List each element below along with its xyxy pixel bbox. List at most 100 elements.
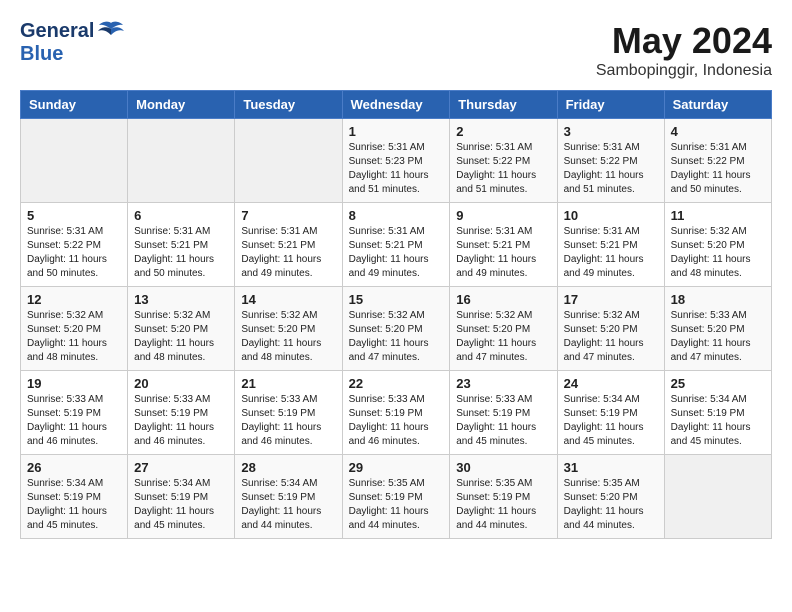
day-info: Sunrise: 5:32 AMSunset: 5:20 PMDaylight:… [241, 309, 335, 365]
calendar-week-row: 1 Sunrise: 5:31 AMSunset: 5:23 PMDayligh… [21, 119, 772, 203]
table-row: 16 Sunrise: 5:32 AMSunset: 5:20 PMDaylig… [450, 287, 557, 371]
table-row [128, 119, 235, 203]
table-row: 17 Sunrise: 5:32 AMSunset: 5:20 PMDaylig… [557, 287, 664, 371]
table-row: 30 Sunrise: 5:35 AMSunset: 5:19 PMDaylig… [450, 455, 557, 539]
day-info: Sunrise: 5:31 AMSunset: 5:21 PMDaylight:… [456, 225, 550, 281]
day-number: 13 [134, 292, 228, 307]
col-thursday: Thursday [450, 91, 557, 119]
day-info: Sunrise: 5:32 AMSunset: 5:20 PMDaylight:… [134, 309, 228, 365]
day-info: Sunrise: 5:31 AMSunset: 5:22 PMDaylight:… [456, 141, 550, 197]
calendar-week-row: 19 Sunrise: 5:33 AMSunset: 5:19 PMDaylig… [21, 371, 772, 455]
day-number: 5 [27, 208, 121, 223]
table-row: 8 Sunrise: 5:31 AMSunset: 5:21 PMDayligh… [342, 203, 450, 287]
table-row: 12 Sunrise: 5:32 AMSunset: 5:20 PMDaylig… [21, 287, 128, 371]
table-row: 31 Sunrise: 5:35 AMSunset: 5:20 PMDaylig… [557, 455, 664, 539]
day-number: 11 [671, 208, 765, 223]
day-info: Sunrise: 5:33 AMSunset: 5:19 PMDaylight:… [456, 393, 550, 449]
table-row: 13 Sunrise: 5:32 AMSunset: 5:20 PMDaylig… [128, 287, 235, 371]
day-number: 24 [564, 376, 658, 391]
day-info: Sunrise: 5:31 AMSunset: 5:21 PMDaylight:… [134, 225, 228, 281]
day-number: 9 [456, 208, 550, 223]
calendar-table: Sunday Monday Tuesday Wednesday Thursday… [20, 90, 772, 539]
day-info: Sunrise: 5:32 AMSunset: 5:20 PMDaylight:… [456, 309, 550, 365]
table-row: 5 Sunrise: 5:31 AMSunset: 5:22 PMDayligh… [21, 203, 128, 287]
logo-blue: Blue [20, 43, 63, 65]
day-info: Sunrise: 5:31 AMSunset: 5:21 PMDaylight:… [564, 225, 658, 281]
day-info: Sunrise: 5:34 AMSunset: 5:19 PMDaylight:… [241, 477, 335, 533]
day-number: 12 [27, 292, 121, 307]
table-row: 2 Sunrise: 5:31 AMSunset: 5:22 PMDayligh… [450, 119, 557, 203]
table-row: 24 Sunrise: 5:34 AMSunset: 5:19 PMDaylig… [557, 371, 664, 455]
day-info: Sunrise: 5:33 AMSunset: 5:19 PMDaylight:… [27, 393, 121, 449]
day-number: 14 [241, 292, 335, 307]
table-row: 6 Sunrise: 5:31 AMSunset: 5:21 PMDayligh… [128, 203, 235, 287]
table-row: 15 Sunrise: 5:32 AMSunset: 5:20 PMDaylig… [342, 287, 450, 371]
day-info: Sunrise: 5:31 AMSunset: 5:22 PMDaylight:… [671, 141, 765, 197]
table-row: 29 Sunrise: 5:35 AMSunset: 5:19 PMDaylig… [342, 455, 450, 539]
table-row: 20 Sunrise: 5:33 AMSunset: 5:19 PMDaylig… [128, 371, 235, 455]
day-info: Sunrise: 5:32 AMSunset: 5:20 PMDaylight:… [27, 309, 121, 365]
day-number: 28 [241, 460, 335, 475]
table-row: 19 Sunrise: 5:33 AMSunset: 5:19 PMDaylig… [21, 371, 128, 455]
day-info: Sunrise: 5:34 AMSunset: 5:19 PMDaylight:… [671, 393, 765, 449]
day-number: 29 [349, 460, 444, 475]
day-info: Sunrise: 5:33 AMSunset: 5:19 PMDaylight:… [134, 393, 228, 449]
day-info: Sunrise: 5:32 AMSunset: 5:20 PMDaylight:… [671, 225, 765, 281]
table-row: 11 Sunrise: 5:32 AMSunset: 5:20 PMDaylig… [664, 203, 771, 287]
col-sunday: Sunday [21, 91, 128, 119]
day-number: 6 [134, 208, 228, 223]
calendar-week-row: 5 Sunrise: 5:31 AMSunset: 5:22 PMDayligh… [21, 203, 772, 287]
day-info: Sunrise: 5:31 AMSunset: 5:23 PMDaylight:… [349, 141, 444, 197]
calendar-week-row: 12 Sunrise: 5:32 AMSunset: 5:20 PMDaylig… [21, 287, 772, 371]
table-row: 10 Sunrise: 5:31 AMSunset: 5:21 PMDaylig… [557, 203, 664, 287]
table-row: 27 Sunrise: 5:34 AMSunset: 5:19 PMDaylig… [128, 455, 235, 539]
day-info: Sunrise: 5:32 AMSunset: 5:20 PMDaylight:… [564, 309, 658, 365]
table-row: 1 Sunrise: 5:31 AMSunset: 5:23 PMDayligh… [342, 119, 450, 203]
day-info: Sunrise: 5:31 AMSunset: 5:22 PMDaylight:… [564, 141, 658, 197]
day-info: Sunrise: 5:34 AMSunset: 5:19 PMDaylight:… [564, 393, 658, 449]
day-number: 15 [349, 292, 444, 307]
day-info: Sunrise: 5:33 AMSunset: 5:19 PMDaylight:… [349, 393, 444, 449]
table-row: 26 Sunrise: 5:34 AMSunset: 5:19 PMDaylig… [21, 455, 128, 539]
day-info: Sunrise: 5:31 AMSunset: 5:21 PMDaylight:… [349, 225, 444, 281]
day-info: Sunrise: 5:35 AMSunset: 5:19 PMDaylight:… [349, 477, 444, 533]
day-number: 7 [241, 208, 335, 223]
day-info: Sunrise: 5:35 AMSunset: 5:19 PMDaylight:… [456, 477, 550, 533]
day-info: Sunrise: 5:31 AMSunset: 5:21 PMDaylight:… [241, 225, 335, 281]
day-number: 31 [564, 460, 658, 475]
table-row [21, 119, 128, 203]
table-row: 4 Sunrise: 5:31 AMSunset: 5:22 PMDayligh… [664, 119, 771, 203]
day-number: 16 [456, 292, 550, 307]
day-info: Sunrise: 5:32 AMSunset: 5:20 PMDaylight:… [349, 309, 444, 365]
logo: General Blue [20, 20, 125, 66]
day-number: 18 [671, 292, 765, 307]
page-header: General Blue May 2024 Sambopinggir, Indo… [20, 20, 772, 80]
day-number: 22 [349, 376, 444, 391]
location-title: Sambopinggir, Indonesia [596, 62, 772, 80]
day-number: 10 [564, 208, 658, 223]
weekday-header-row: Sunday Monday Tuesday Wednesday Thursday… [21, 91, 772, 119]
calendar-week-row: 26 Sunrise: 5:34 AMSunset: 5:19 PMDaylig… [21, 455, 772, 539]
logo-general: General [20, 20, 94, 43]
table-row: 3 Sunrise: 5:31 AMSunset: 5:22 PMDayligh… [557, 119, 664, 203]
table-row: 7 Sunrise: 5:31 AMSunset: 5:21 PMDayligh… [235, 203, 342, 287]
day-number: 20 [134, 376, 228, 391]
table-row: 23 Sunrise: 5:33 AMSunset: 5:19 PMDaylig… [450, 371, 557, 455]
day-info: Sunrise: 5:33 AMSunset: 5:20 PMDaylight:… [671, 309, 765, 365]
table-row: 21 Sunrise: 5:33 AMSunset: 5:19 PMDaylig… [235, 371, 342, 455]
table-row [235, 119, 342, 203]
day-number: 21 [241, 376, 335, 391]
day-info: Sunrise: 5:33 AMSunset: 5:19 PMDaylight:… [241, 393, 335, 449]
month-title: May 2024 [596, 20, 772, 62]
title-block: May 2024 Sambopinggir, Indonesia [596, 20, 772, 80]
day-number: 19 [27, 376, 121, 391]
day-number: 4 [671, 124, 765, 139]
table-row: 22 Sunrise: 5:33 AMSunset: 5:19 PMDaylig… [342, 371, 450, 455]
col-saturday: Saturday [664, 91, 771, 119]
day-number: 17 [564, 292, 658, 307]
day-info: Sunrise: 5:31 AMSunset: 5:22 PMDaylight:… [27, 225, 121, 281]
col-monday: Monday [128, 91, 235, 119]
table-row: 9 Sunrise: 5:31 AMSunset: 5:21 PMDayligh… [450, 203, 557, 287]
day-number: 3 [564, 124, 658, 139]
day-number: 1 [349, 124, 444, 139]
